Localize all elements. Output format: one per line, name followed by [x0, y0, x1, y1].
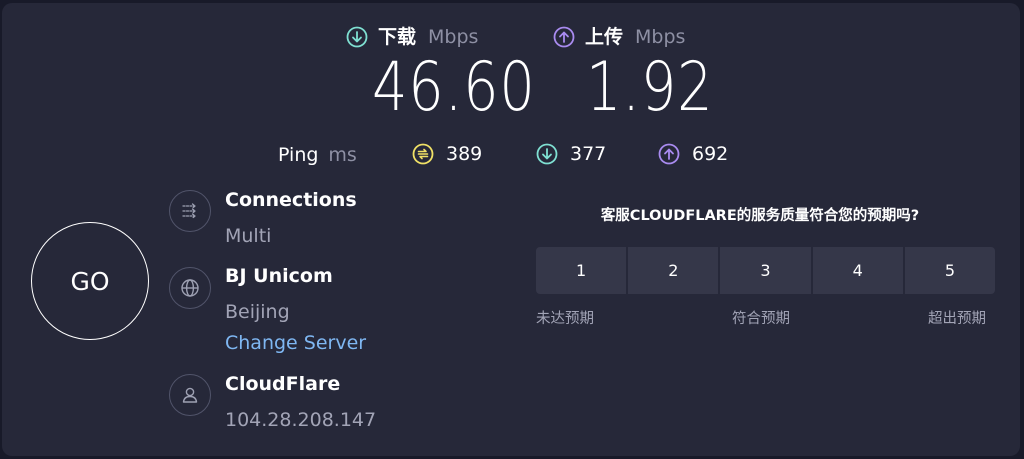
- arrow-down-circle-icon: [346, 26, 368, 48]
- upload-speed-value: 1.92: [586, 48, 714, 127]
- provider-ip: 104.28.208.147: [225, 409, 377, 431]
- rating-button-3[interactable]: 3: [720, 247, 811, 294]
- server-title: BJ Unicom: [225, 265, 333, 287]
- rating-caption-mid: 符合预期: [732, 311, 790, 327]
- go-button[interactable]: GO: [31, 222, 149, 340]
- connections-title: Connections: [225, 189, 357, 211]
- upload-header: 上传 Mbps: [553, 25, 685, 49]
- rating-bar: 1 2 3 4 5: [536, 247, 995, 294]
- connections-icon: [169, 190, 211, 232]
- provider-title: CloudFlare: [225, 373, 341, 395]
- user-icon: [169, 374, 211, 416]
- speedtest-panel: 下载 Mbps 上传 Mbps 46.60 1.92 Ping ms 389 3…: [2, 3, 1020, 456]
- ping-idle: 389: [412, 143, 482, 165]
- arrow-up-circle-icon: [553, 26, 575, 48]
- ping-upload-value: 692: [692, 143, 729, 165]
- arrow-down-circle-icon: [536, 143, 558, 165]
- download-header: 下载 Mbps: [346, 25, 478, 49]
- ping-upload: 692: [658, 143, 728, 165]
- globe-icon: [169, 267, 211, 309]
- connections-value: Multi: [225, 225, 272, 247]
- rating-button-1[interactable]: 1: [536, 247, 627, 294]
- ping-label: Ping: [278, 144, 319, 166]
- survey-question: 客服CLOUDFLARE的服务质量符合您的预期吗?: [600, 208, 920, 224]
- download-label: 下载: [378, 26, 417, 48]
- arrow-up-circle-icon: [658, 143, 680, 165]
- upload-unit: Mbps: [635, 26, 686, 48]
- ping-idle-icon: [412, 143, 434, 165]
- download-unit: Mbps: [428, 26, 479, 48]
- download-speed-value: 46.60: [372, 48, 536, 127]
- rating-caption-high: 超出预期: [928, 311, 986, 327]
- rating-button-4[interactable]: 4: [812, 247, 903, 294]
- server-location: Beijing: [225, 301, 290, 323]
- rating-caption-low: 未达预期: [536, 311, 594, 327]
- ping-unit: ms: [328, 144, 357, 166]
- rating-button-2[interactable]: 2: [628, 247, 719, 294]
- rating-button-5[interactable]: 5: [904, 247, 995, 294]
- ping-download-value: 377: [570, 143, 607, 165]
- upload-label: 上传: [585, 26, 624, 48]
- ping-row: Ping ms: [278, 143, 357, 167]
- ping-idle-value: 389: [446, 143, 483, 165]
- change-server-link[interactable]: Change Server: [225, 332, 366, 354]
- ping-download: 377: [536, 143, 606, 165]
